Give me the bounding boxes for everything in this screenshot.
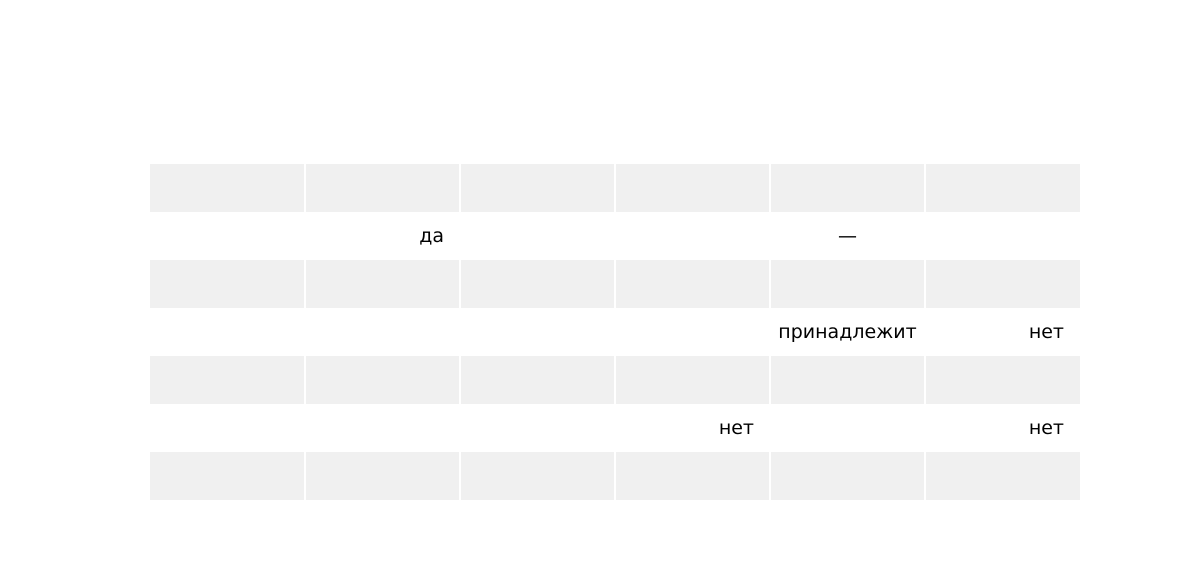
table-cell (615, 308, 770, 356)
table-cell (459, 260, 615, 308)
table-cell (769, 452, 925, 500)
table-cell (460, 308, 615, 356)
table-cell (924, 164, 1080, 212)
table-cell: нет (925, 308, 1080, 356)
table-cell (459, 164, 615, 212)
table-row (150, 164, 1080, 212)
table-cell: принадлежит (770, 308, 925, 356)
table-row (150, 452, 1080, 500)
table-cell (769, 260, 925, 308)
table-cell (460, 404, 615, 452)
table-cell (770, 404, 925, 452)
table-cell (769, 356, 925, 404)
table-cell (924, 260, 1080, 308)
table-cell (614, 164, 770, 212)
table-cell (150, 308, 305, 356)
table-cell (304, 452, 460, 500)
table-cell (150, 260, 305, 308)
table-cell (924, 356, 1080, 404)
table-cell (305, 308, 460, 356)
table-cell (615, 212, 770, 260)
table-cell (150, 164, 305, 212)
table-cell (150, 356, 305, 404)
table-cell: да (305, 212, 460, 260)
data-table: да — принадлежит нет нет нет (150, 164, 1080, 500)
table-cell (459, 452, 615, 500)
table-cell (150, 212, 305, 260)
table-cell (459, 356, 615, 404)
table-cell (769, 164, 925, 212)
table-cell (614, 356, 770, 404)
table-cell (305, 404, 460, 452)
table-cell: — (770, 212, 925, 260)
table-cell (304, 356, 460, 404)
table-cell: нет (615, 404, 770, 452)
table-cell (150, 452, 305, 500)
table-cell: нет (925, 404, 1080, 452)
table-cell (304, 164, 460, 212)
table-row (150, 356, 1080, 404)
table-row (150, 260, 1080, 308)
table-cell (924, 452, 1080, 500)
table-cell (925, 212, 1080, 260)
table-row: нет нет (150, 404, 1080, 452)
table-row: принадлежит нет (150, 308, 1080, 356)
table-cell (614, 452, 770, 500)
data-table-container: да — принадлежит нет нет нет (150, 164, 1080, 500)
table-cell (150, 404, 305, 452)
table-cell (460, 212, 615, 260)
table-cell (614, 260, 770, 308)
table-row: да — (150, 212, 1080, 260)
table-cell (304, 260, 460, 308)
